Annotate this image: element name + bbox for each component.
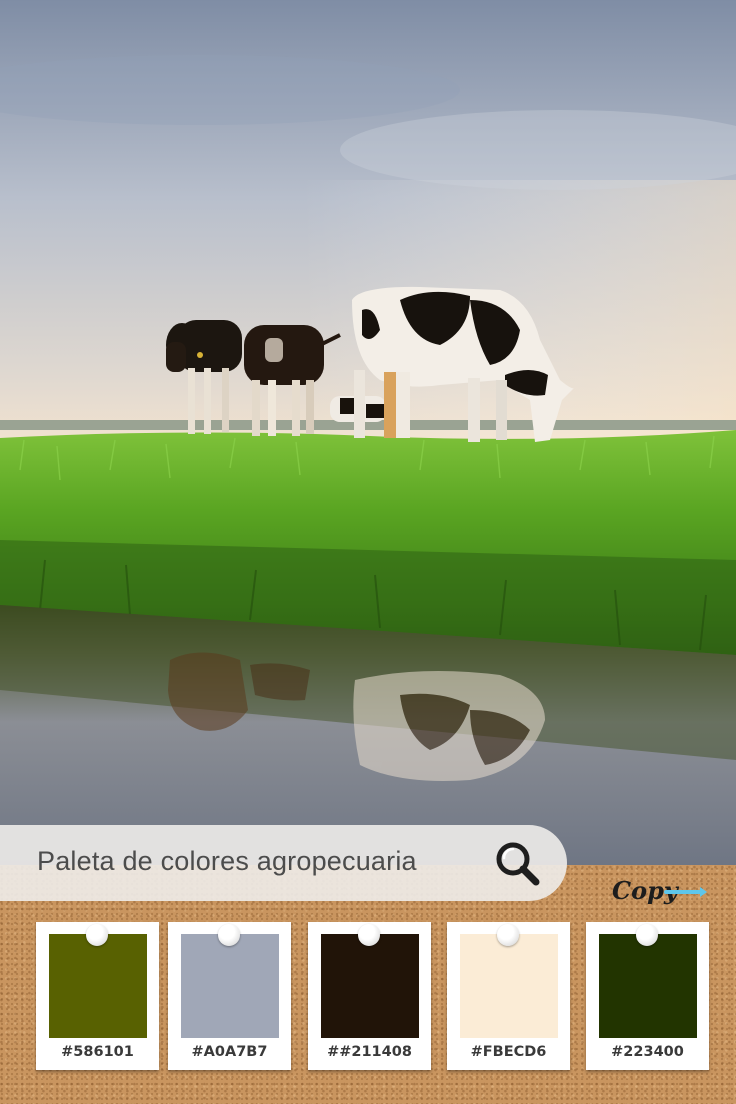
push-pin-icon [218,924,240,946]
hex-code: ##211408 [327,1044,412,1060]
push-pin-icon [636,924,658,946]
hex-code: #586101 [61,1044,134,1060]
search-bar-text: Paleta de colores agropecuaria [37,846,417,876]
pasture-photo [0,0,736,865]
hex-code: #A0A7B7 [191,1044,268,1060]
palette-card: ##211408 [308,922,431,1070]
hex-code: #FBECD6 [470,1044,547,1060]
copy-logo: Copy [610,872,710,914]
color-swatch [460,934,558,1038]
push-pin-icon [358,924,380,946]
palette-card: #A0A7B7 [168,922,291,1070]
color-swatch [321,934,419,1038]
search-icon[interactable] [494,840,542,888]
hex-code: #223400 [611,1044,684,1060]
color-swatch [599,934,697,1038]
palette-card: #FBECD6 [447,922,570,1070]
palette-card: #586101 [36,922,159,1070]
search-bar[interactable]: Paleta de colores agropecuaria [0,825,567,901]
palette-card: #223400 [586,922,709,1070]
color-swatch [181,934,279,1038]
push-pin-icon [497,924,519,946]
color-swatch [49,934,147,1038]
push-pin-icon [86,924,108,946]
